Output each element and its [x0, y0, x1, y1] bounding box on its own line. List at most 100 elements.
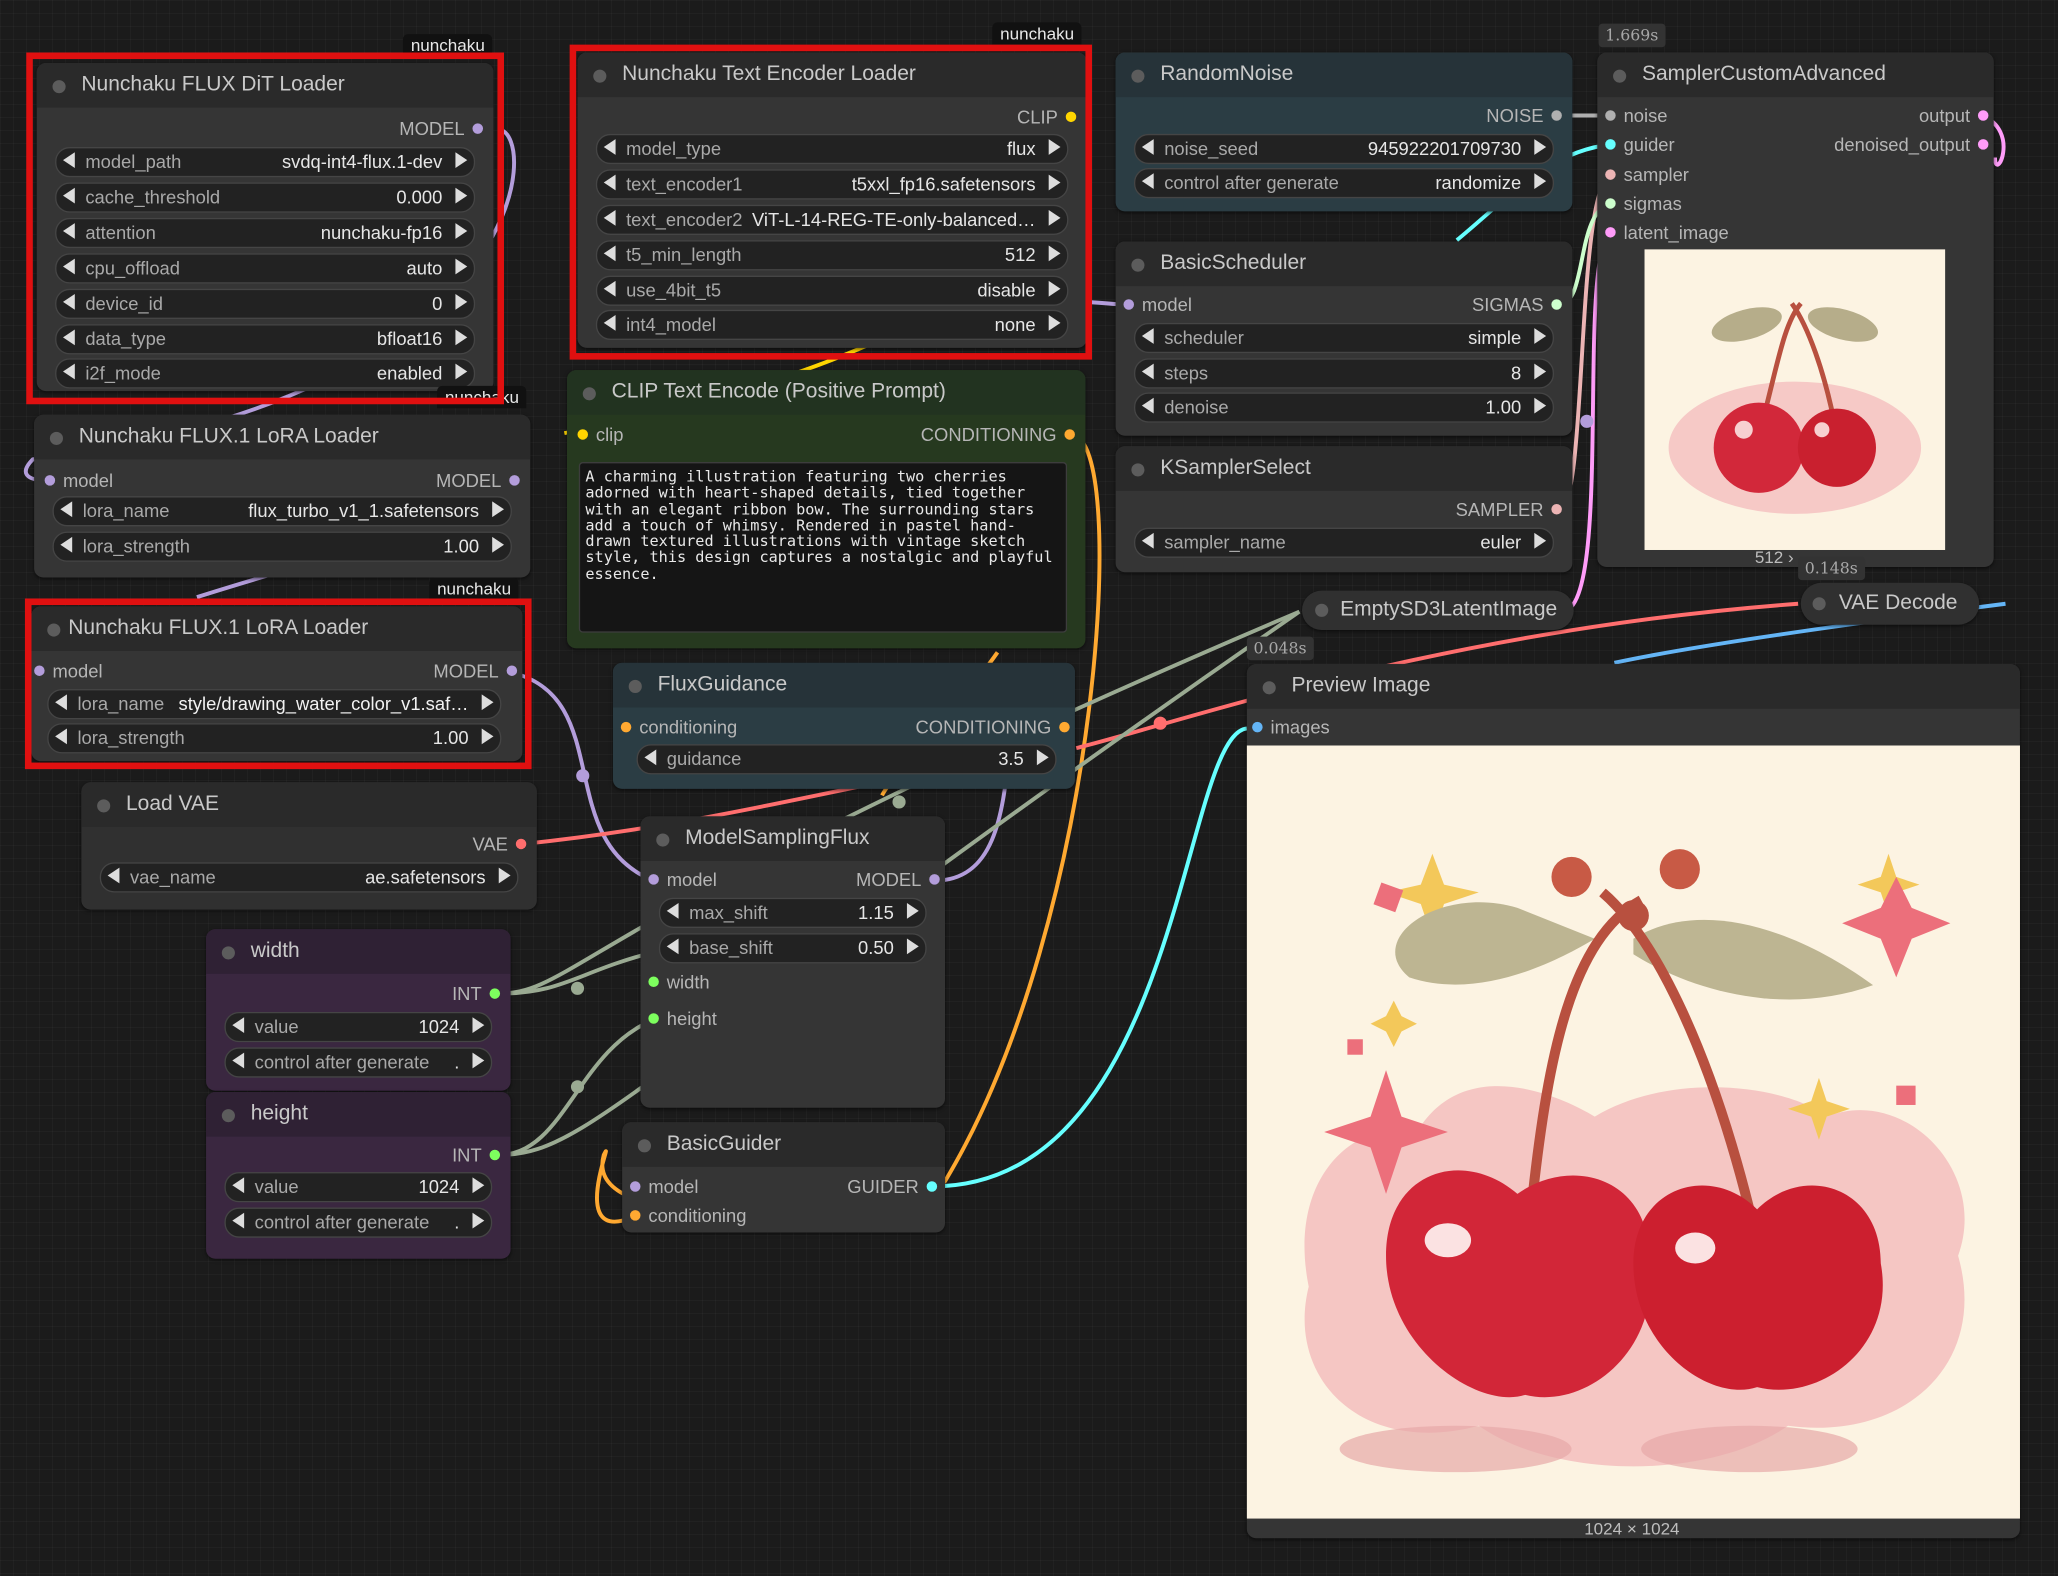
collapse-dot[interactable]	[582, 387, 596, 401]
node-header[interactable]: height	[206, 1092, 511, 1137]
output-conditioning[interactable]: CONDITIONING	[921, 424, 1075, 450]
input-conditioning[interactable]: conditioning	[620, 717, 737, 743]
arrow-left-icon[interactable]	[603, 139, 616, 155]
widget-text-encoder2[interactable]: text_encoder2 ViT-L-14-REG-TE-only-balanc…	[595, 204, 1069, 235]
socket-noise[interactable]	[1605, 110, 1616, 122]
arrow-right-icon[interactable]	[472, 1052, 485, 1069]
arrow-left-icon[interactable]	[1141, 397, 1154, 414]
arrow-left-icon[interactable]	[232, 1052, 245, 1069]
arrow-right-icon[interactable]	[455, 294, 468, 310]
socket-latent[interactable]	[1605, 227, 1616, 238]
widget-value[interactable]: value 1024	[224, 1011, 493, 1043]
socket-guider[interactable]	[1605, 139, 1616, 151]
arrow-right-icon[interactable]	[498, 867, 511, 884]
collapse-dot[interactable]	[49, 431, 63, 445]
collapse-dot[interactable]	[1131, 463, 1145, 477]
node-lora-loader-1[interactable]: Nunchaku FLUX.1 LoRA Loader model MODEL …	[34, 414, 531, 578]
socket-model[interactable]	[630, 1181, 641, 1193]
widget-lora-strength[interactable]: lora_strength 1.00	[47, 723, 502, 754]
socket-sampler[interactable]	[1551, 504, 1562, 515]
socket-sigmas[interactable]	[1551, 299, 1562, 311]
node-header[interactable]: Nunchaku FLUX.1 LoRA Loader	[31, 606, 523, 651]
output-int[interactable]: INT	[452, 983, 501, 1009]
node-header[interactable]: BasicScheduler	[1115, 241, 1573, 287]
arrow-right-icon[interactable]	[455, 152, 468, 168]
arrow-left-icon[interactable]	[63, 152, 75, 168]
arrow-left-icon[interactable]	[644, 749, 657, 766]
arrow-left-icon[interactable]	[1141, 139, 1154, 155]
input-latent-image[interactable]: latent_image	[1605, 222, 1729, 248]
widget-cache-threshold[interactable]: cache_threshold 0.000	[55, 182, 476, 213]
arrow-right-icon[interactable]	[455, 363, 468, 380]
socket-model[interactable]	[34, 665, 45, 677]
arrow-left-icon[interactable]	[63, 223, 75, 239]
output-int[interactable]: INT	[452, 1145, 501, 1171]
collapse-dot[interactable]	[1262, 681, 1276, 695]
socket-latent[interactable]	[1977, 139, 1989, 151]
arrow-right-icon[interactable]	[455, 187, 468, 204]
widget-data-type[interactable]: data_type bfloat16	[55, 324, 476, 355]
widget-lora-strength[interactable]: lora_strength 1.00	[52, 531, 512, 562]
socket-vae[interactable]	[515, 839, 527, 850]
collapse-dot[interactable]	[97, 799, 111, 813]
input-sampler[interactable]: sampler	[1605, 164, 1689, 190]
input-model[interactable]: model	[648, 869, 717, 895]
socket-noise[interactable]	[1551, 110, 1562, 122]
socket-model[interactable]	[506, 665, 518, 677]
arrow-left-icon[interactable]	[603, 315, 616, 331]
arrow-right-icon[interactable]	[1534, 532, 1547, 549]
socket-int[interactable]	[489, 988, 501, 1000]
socket-conditioning[interactable]	[630, 1210, 641, 1222]
socket-clip[interactable]	[1065, 111, 1077, 123]
arrow-right-icon[interactable]	[472, 1177, 485, 1194]
output-vae[interactable]: VAE	[473, 833, 527, 859]
arrow-left-icon[interactable]	[666, 903, 679, 919]
socket-guider[interactable]	[926, 1181, 938, 1193]
widget-i2f-mode[interactable]: i2f_mode enabled	[55, 358, 476, 389]
input-model[interactable]: model	[1123, 294, 1192, 320]
arrow-left-icon[interactable]	[60, 536, 73, 553]
node-header[interactable]: Nunchaku FLUX.1 LoRA Loader	[34, 414, 531, 460]
arrow-right-icon[interactable]	[1048, 315, 1061, 331]
output-guider[interactable]: GUIDER	[847, 1176, 938, 1202]
node-clip-text-encode[interactable]: CLIP Text Encode (Positive Prompt) clip …	[567, 370, 1086, 649]
arrow-right-icon[interactable]	[1534, 328, 1547, 344]
output-model[interactable]: MODEL	[399, 118, 483, 144]
output-sampler[interactable]: SAMPLER	[1456, 499, 1562, 525]
arrow-left-icon[interactable]	[603, 174, 616, 191]
collapse-dot[interactable]	[1131, 69, 1145, 83]
widget-attention[interactable]: attention nunchaku-fp16	[55, 217, 476, 249]
input-sigmas[interactable]: sigmas	[1605, 193, 1682, 219]
collapse-dot[interactable]	[221, 946, 235, 960]
arrow-left-icon[interactable]	[232, 1212, 245, 1229]
output-clip[interactable]: CLIP	[1017, 106, 1077, 132]
output-noise[interactable]: NOISE	[1486, 105, 1562, 131]
collapse-dot[interactable]	[52, 80, 66, 94]
output-model[interactable]: MODEL	[433, 660, 518, 686]
widget-cpu-offload[interactable]: cpu_offload auto	[55, 253, 476, 284]
arrow-left-icon[interactable]	[63, 294, 75, 310]
widget-sampler-name[interactable]: sampler_name euler	[1134, 527, 1554, 558]
collapse-dot[interactable]	[1131, 258, 1145, 272]
input-conditioning[interactable]: conditioning	[630, 1205, 746, 1231]
socket-clip[interactable]	[577, 429, 588, 441]
socket-conditioning[interactable]	[620, 722, 632, 733]
socket-model[interactable]	[648, 874, 659, 886]
socket-int[interactable]	[648, 1013, 659, 1025]
arrow-right-icon[interactable]	[455, 258, 468, 275]
widget-noise-seed[interactable]: noise_seed 945922201709730	[1134, 133, 1554, 165]
node-basic-guider[interactable]: BasicGuider model GUIDER conditioning	[622, 1122, 945, 1233]
node-header[interactable]: FluxGuidance	[612, 662, 1075, 708]
widget-steps[interactable]: steps 8	[1134, 358, 1554, 389]
arrow-right-icon[interactable]	[1048, 280, 1061, 297]
node-random-noise[interactable]: RandomNoise NOISE noise_seed 945922201709…	[1115, 52, 1573, 212]
input-images[interactable]: images	[1252, 717, 1330, 743]
node-model-sampling-flux[interactable]: ModelSamplingFlux model MODEL max_shift 1…	[640, 816, 945, 1108]
widget-scheduler[interactable]: scheduler simple	[1134, 322, 1554, 354]
node-sampler-custom-advanced[interactable]: SamplerCustomAdvanced noise guider sampl…	[1597, 52, 1994, 567]
widget-text-encoder1[interactable]: text_encoder1 t5xxl_fp16.safetensors	[595, 169, 1069, 200]
prompt-textarea[interactable]: A charming illustration featuring two ch…	[578, 462, 1068, 633]
node-header[interactable]: width	[206, 929, 511, 974]
input-model[interactable]: model	[34, 660, 103, 686]
node-header[interactable]: SamplerCustomAdvanced	[1597, 52, 1994, 98]
